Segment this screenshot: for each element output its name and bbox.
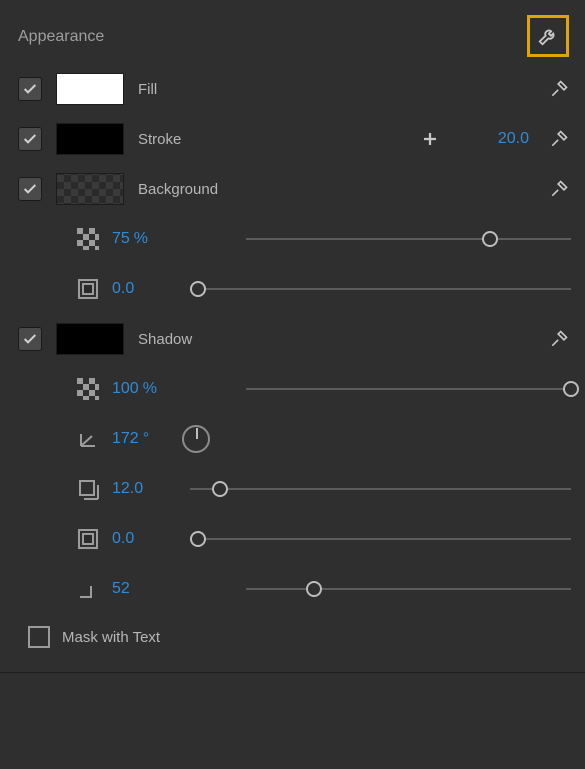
panel-settings-button[interactable]	[527, 15, 569, 57]
angle-icon	[76, 427, 100, 451]
shadow-color-swatch[interactable]	[56, 323, 124, 355]
background-size-row: 0.0	[18, 264, 571, 314]
stroke-row: Stroke 20.0	[18, 114, 571, 164]
shadow-eyedropper[interactable]	[547, 327, 571, 351]
shadow-spread-row: 52	[18, 564, 571, 614]
background-opacity-slider[interactable]	[246, 230, 571, 248]
shadow-opacity-value[interactable]: 100%	[112, 380, 176, 398]
shadow-distance-value[interactable]: 12.0	[112, 480, 176, 498]
background-opacity-row: 75%	[18, 214, 571, 264]
shadow-row: Shadow	[18, 314, 571, 364]
fill-row: Fill	[18, 64, 571, 114]
fill-color-swatch[interactable]	[56, 73, 124, 105]
shadow-angle-dial[interactable]	[182, 425, 210, 453]
distance-icon	[76, 477, 100, 501]
stroke-checkbox[interactable]	[18, 127, 42, 151]
shadow-opacity-slider[interactable]	[246, 380, 571, 398]
stroke-label: Stroke	[138, 131, 181, 148]
background-label: Background	[138, 181, 218, 198]
size-icon	[76, 527, 100, 551]
spread-icon	[76, 577, 100, 601]
shadow-spread-value[interactable]: 52	[112, 580, 176, 598]
mask-with-text-checkbox[interactable]	[28, 626, 50, 648]
shadow-angle-row: 172°	[18, 414, 571, 464]
opacity-icon	[76, 227, 100, 251]
eyedropper-icon	[549, 179, 569, 199]
stroke-eyedropper[interactable]	[547, 127, 571, 151]
shadow-distance-slider[interactable]	[190, 480, 571, 498]
shadow-checkbox[interactable]	[18, 327, 42, 351]
eyedropper-icon	[549, 129, 569, 149]
plus-icon	[421, 130, 439, 148]
appearance-panel: Appearance Fill Stroke 20.0	[0, 0, 585, 769]
shadow-size-slider[interactable]	[190, 530, 571, 548]
background-size-slider[interactable]	[190, 280, 571, 298]
eyedropper-icon	[549, 79, 569, 99]
mask-with-text-label: Mask with Text	[62, 629, 160, 646]
fill-checkbox[interactable]	[18, 77, 42, 101]
panel-title: Appearance	[18, 28, 104, 46]
shadow-distance-row: 12.0	[18, 464, 571, 514]
stroke-weight-value[interactable]: 20.0	[487, 130, 529, 148]
stroke-color-swatch[interactable]	[56, 123, 124, 155]
opacity-icon	[76, 377, 100, 401]
background-opacity-value[interactable]: 75%	[112, 230, 176, 248]
shadow-label: Shadow	[138, 331, 192, 348]
size-icon	[76, 277, 100, 301]
wrench-icon	[537, 25, 559, 47]
shadow-size-value[interactable]: 0.0	[112, 530, 176, 548]
background-row: Background	[18, 164, 571, 214]
eyedropper-icon	[549, 329, 569, 349]
add-stroke-button[interactable]	[419, 128, 441, 150]
fill-eyedropper[interactable]	[547, 77, 571, 101]
background-eyedropper[interactable]	[547, 177, 571, 201]
panel-divider	[0, 672, 585, 673]
shadow-angle-value[interactable]: 172°	[112, 430, 176, 448]
shadow-opacity-row: 100%	[18, 364, 571, 414]
shadow-spread-slider[interactable]	[246, 580, 571, 598]
fill-label: Fill	[138, 81, 157, 98]
background-checkbox[interactable]	[18, 177, 42, 201]
background-size-value[interactable]: 0.0	[112, 280, 176, 298]
shadow-size-row: 0.0	[18, 514, 571, 564]
mask-with-text-row: Mask with Text	[28, 614, 571, 660]
background-color-swatch[interactable]	[56, 173, 124, 205]
